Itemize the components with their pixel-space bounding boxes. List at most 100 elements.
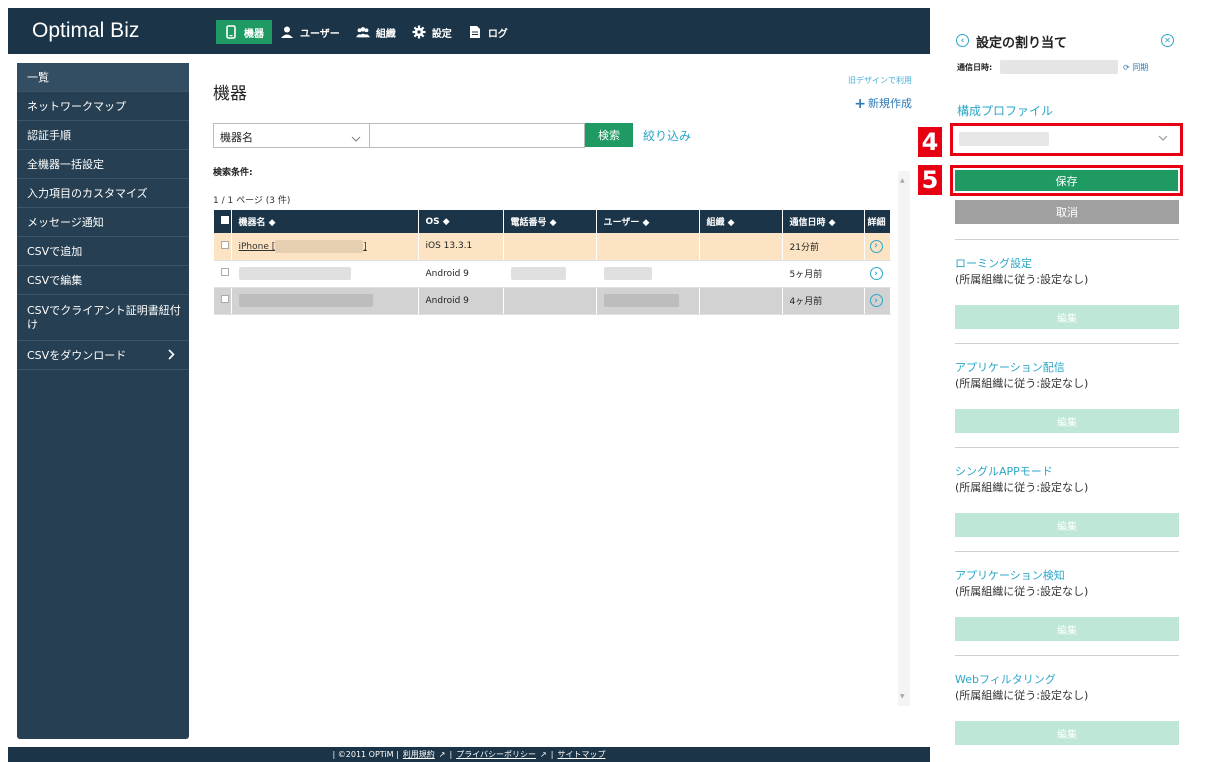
sidebar-item-bulk-settings[interactable]: 全機器一括設定 [17, 150, 189, 179]
nav-tab-devices[interactable]: 機器 [216, 20, 272, 44]
edit-button[interactable]: 編集 [955, 721, 1179, 745]
sidebar-item-csv-edit[interactable]: CSVで編集 [17, 266, 189, 295]
scroll-up-icon[interactable]: ▲ [900, 177, 905, 184]
save-button[interactable]: 保存 [955, 170, 1178, 191]
chevron-circle-right-icon[interactable]: › [869, 294, 883, 307]
search-button[interactable]: 検索 [585, 123, 633, 147]
table-row[interactable]: Android 9 5ヶ月前 › [214, 260, 891, 288]
setting-title: アプリケーション配信 [955, 361, 1065, 374]
comm-time-label: 通信日時: [957, 63, 993, 72]
chevron-right-icon [168, 349, 175, 363]
table-row[interactable]: iPhone [] iOS 13.3.1 21分前 › [214, 233, 891, 261]
app-logo[interactable]: Optimal Biz [32, 19, 139, 43]
os-cell: Android 9 [418, 260, 504, 288]
old-design-link[interactable]: 旧デザインで利用 [848, 75, 912, 86]
chevron-circle-right-icon[interactable]: › [869, 239, 883, 253]
step-badge-5: 5 [918, 165, 942, 195]
redacted-text [959, 132, 1049, 146]
column-header-user[interactable]: ユーザー ◆ [596, 210, 700, 233]
sidebar-item-csv-download[interactable]: CSVをダウンロード [17, 341, 189, 370]
redacted-text [603, 267, 652, 280]
nav-tab-logs[interactable]: ログ [460, 20, 516, 44]
edit-button[interactable]: 編集 [955, 409, 1179, 433]
footer-sitemap-link[interactable]: サイトマップ [557, 749, 605, 760]
setting-title: アプリケーション検知 [955, 569, 1065, 582]
sync-link[interactable]: ⟳ 同期 [1123, 62, 1148, 73]
profile-select[interactable] [950, 123, 1183, 156]
os-cell: iOS 13.3.1 [418, 233, 504, 261]
row-checkbox[interactable] [214, 287, 232, 315]
column-header-name[interactable]: 機器名 ◆ [231, 210, 419, 233]
detail-cell[interactable]: › [864, 233, 891, 261]
sidebar-item-network-map[interactable]: ネットワークマップ [17, 92, 189, 121]
device-name-cell[interactable]: iPhone [] [231, 233, 419, 261]
sidebar-item-label: CSVをダウンロード [27, 349, 127, 362]
sidebar-item-csv-cert-link[interactable]: CSVでクライアント証明書紐付け [17, 295, 189, 341]
sidebar-item-label: 認証手順 [27, 129, 71, 142]
detail-cell[interactable]: › [864, 260, 891, 288]
sidebar-item-label: CSVでクライアント証明書紐付け [27, 303, 181, 331]
device-name-cell[interactable] [231, 287, 419, 315]
sidebar-item-customize-fields[interactable]: 入力項目のカスタマイズ [17, 179, 189, 208]
device-name-prefix: iPhone [ [238, 241, 276, 252]
nav-tab-label: 組織 [375, 28, 396, 40]
sidebar-item-auth-procedure[interactable]: 認証手順 [17, 121, 189, 150]
sidebar-item-csv-add[interactable]: CSVで追加 [17, 237, 189, 266]
table-row[interactable]: Android 9 4ヶ月前 › [214, 287, 891, 315]
detail-cell[interactable]: › [864, 287, 891, 315]
footer-terms-link[interactable]: 利用規約 [403, 749, 435, 760]
chevron-circle-right-icon[interactable]: › [869, 267, 883, 280]
user-cell [596, 287, 700, 315]
footer-separator: | [449, 750, 453, 759]
table-scrollbar[interactable]: ▲ ▼ [898, 171, 910, 706]
nav-tab-organizations[interactable]: 組織 [348, 20, 404, 44]
search-conditions-label: 検索条件: [213, 168, 253, 178]
select-all-checkbox[interactable] [214, 210, 232, 233]
sidebar-item-label: 一覧 [27, 71, 49, 84]
footer-separator: | [550, 750, 554, 759]
close-icon[interactable]: ✕ [1161, 34, 1174, 47]
comm-time-cell: 21分前 [782, 233, 865, 261]
device-name-cell[interactable] [231, 260, 419, 288]
new-create-link[interactable]: + 新規作成 [854, 95, 912, 112]
sidebar-item-label: 入力項目のカスタマイズ [27, 187, 148, 200]
edit-button[interactable]: 編集 [955, 305, 1179, 329]
sidebar-item-list[interactable]: 一覧 [17, 63, 189, 92]
redacted-text [603, 294, 679, 307]
document-icon [468, 25, 482, 39]
panel-title: 設定の割り当て [976, 36, 1068, 51]
nav-tab-label: ユーザー [300, 28, 340, 40]
sidebar-item-message-notify[interactable]: メッセージ通知 [17, 208, 189, 237]
device-table: 機器名 ◆ OS ◆ 電話番号 ◆ ユーザー ◆ 組織 ◆ 通信日時 ◆ 詳細 … [214, 210, 891, 315]
footer: | ©2011 OPTiM | 利用規約 ↗ | プライバシーポリシー ↗ | … [8, 747, 930, 762]
column-header-org[interactable]: 組織 ◆ [699, 210, 783, 233]
sidebar-item-label: ネットワークマップ [27, 100, 126, 113]
redacted-text [238, 294, 373, 307]
setting-title: シングルAPPモード [955, 465, 1053, 478]
column-header-comm-time[interactable]: 通信日時 ◆ [782, 210, 865, 233]
search-input[interactable] [369, 123, 585, 148]
setting-value: (所属組織に従う:設定なし) [955, 273, 1089, 286]
row-checkbox[interactable] [214, 233, 232, 261]
nav-tab-settings[interactable]: 設定 [404, 20, 460, 44]
device-name-link[interactable]: iPhone [] [238, 239, 367, 253]
row-checkbox[interactable] [214, 260, 232, 288]
main-nav: 機器 ユーザー 組織 設定 ログ [216, 20, 516, 44]
cancel-button[interactable]: 取消 [955, 200, 1179, 224]
profile-label: 構成プロファイル [957, 104, 1054, 118]
redacted-text [238, 267, 351, 280]
setting-value: (所属組織に従う:設定なし) [955, 481, 1089, 494]
nav-tab-label: 設定 [431, 28, 452, 40]
nav-tab-users[interactable]: ユーザー [272, 20, 348, 44]
back-circle-icon[interactable]: ‹ [956, 34, 969, 47]
plus-icon: + [854, 96, 866, 112]
edit-button[interactable]: 編集 [955, 513, 1179, 537]
column-header-phone[interactable]: 電話番号 ◆ [503, 210, 597, 233]
scroll-down-icon[interactable]: ▼ [900, 693, 905, 700]
search-field-select[interactable]: 機器名 [213, 123, 369, 148]
sidebar-item-label: CSVで編集 [27, 274, 83, 287]
footer-privacy-link[interactable]: プライバシーポリシー [456, 749, 536, 760]
column-header-os[interactable]: OS ◆ [418, 210, 504, 233]
filter-link[interactable]: 絞り込み [643, 127, 691, 144]
edit-button[interactable]: 編集 [955, 617, 1179, 641]
